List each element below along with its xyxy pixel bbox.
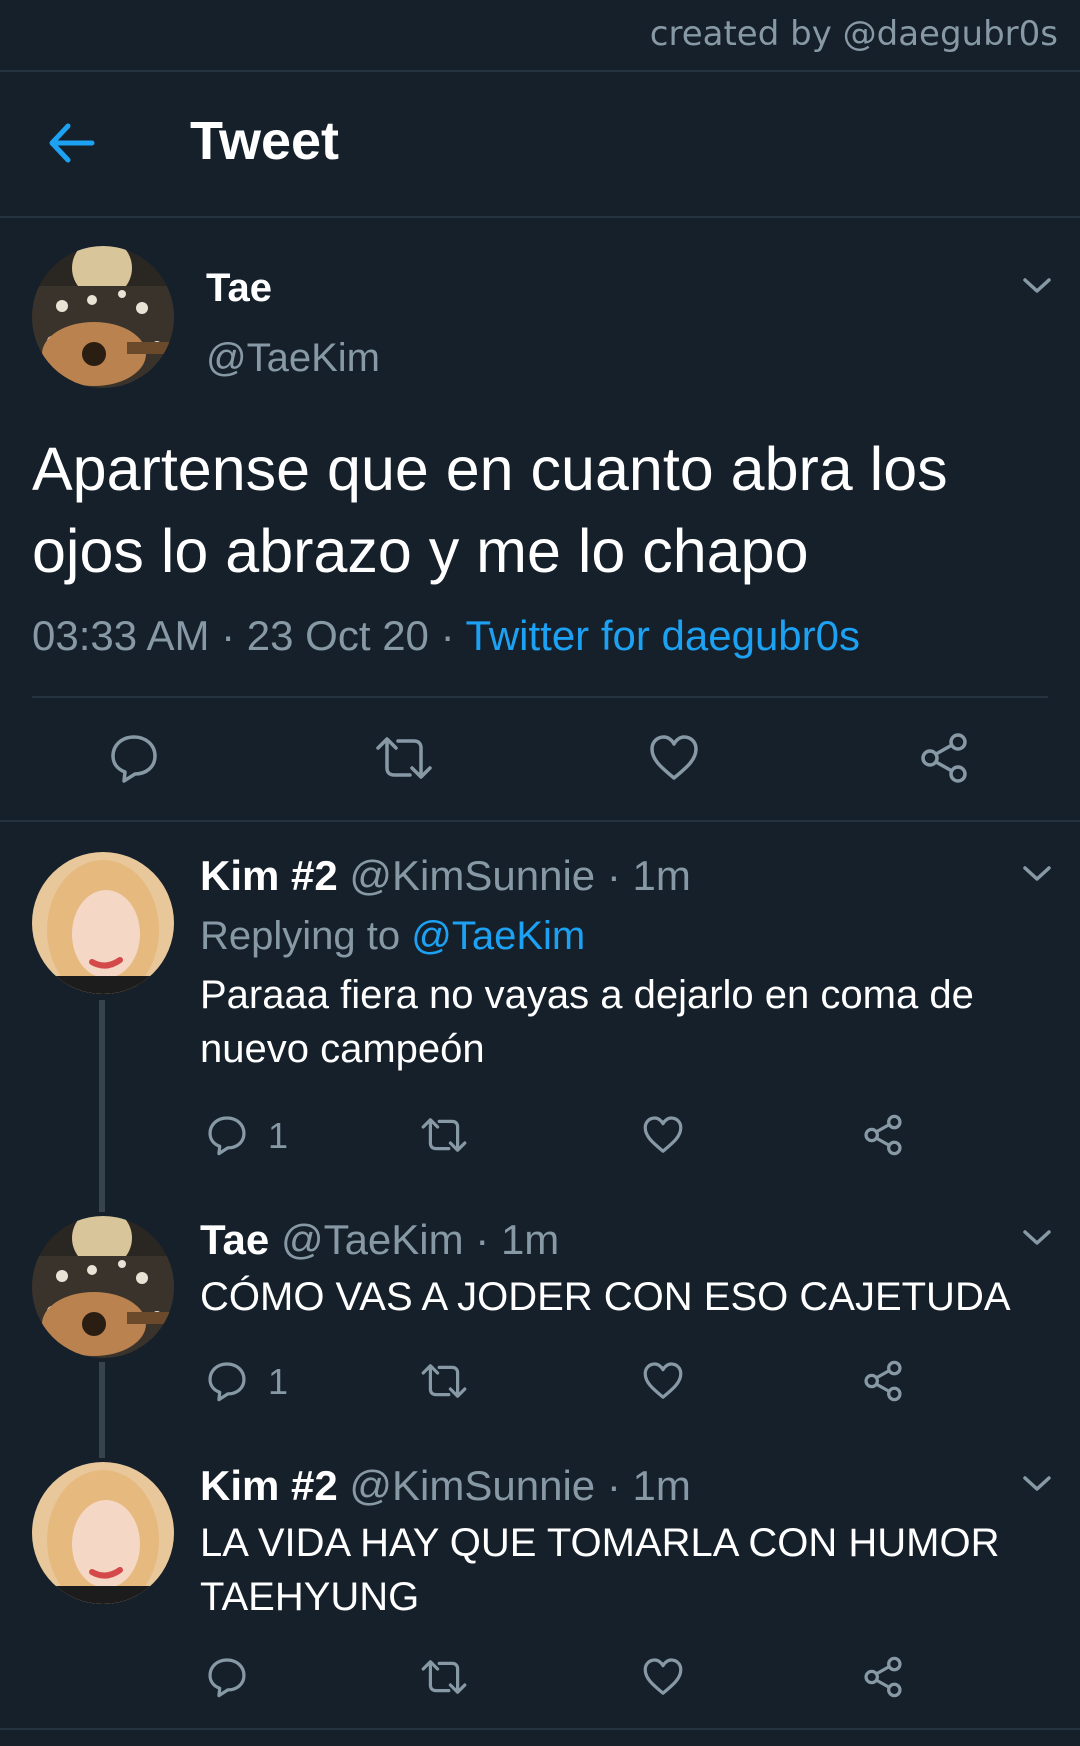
- tweet-text: Apartense que en cuanto abra los ojos lo…: [32, 435, 948, 585]
- divider: [0, 70, 1080, 72]
- avatar-image: [32, 1462, 174, 1604]
- retweet-icon: [421, 1660, 467, 1694]
- like-icon: [643, 1362, 683, 1399]
- like-icon: [643, 1658, 683, 1695]
- page-title: Tweet: [190, 111, 340, 171]
- tweet-meta: 03:33 AM · 23 Oct 20 · Twitter for daegu…: [32, 612, 860, 660]
- share-button[interactable]: [862, 1360, 904, 1402]
- like-button[interactable]: [642, 1114, 684, 1156]
- share-button[interactable]: [862, 1114, 904, 1156]
- like-button[interactable]: [642, 1360, 684, 1402]
- arrow-left-icon: [49, 123, 95, 163]
- back-button[interactable]: [44, 118, 104, 168]
- like-button[interactable]: [648, 732, 700, 784]
- avatar-image: [32, 852, 174, 994]
- reply-button[interactable]: [108, 732, 160, 784]
- replying-prefix: Replying to: [200, 914, 412, 958]
- like-icon: [650, 735, 698, 780]
- share-icon: [921, 733, 967, 783]
- reply-button[interactable]: [206, 1656, 248, 1698]
- retweet-button[interactable]: [374, 732, 434, 784]
- share-icon: [864, 1360, 902, 1402]
- reply-author-handle[interactable]: @TaeKim: [281, 1216, 464, 1263]
- divider: [0, 1728, 1080, 1730]
- avatar[interactable]: [32, 1216, 174, 1358]
- tweet-page: created by @daegubr0s Tweet Tae @TaeKim …: [0, 0, 1080, 1746]
- reply-icon: [208, 1658, 246, 1698]
- meta-separator: ·: [428, 612, 466, 659]
- reply-author-name[interactable]: Kim #2: [200, 1462, 338, 1509]
- avatar-image: [32, 246, 174, 388]
- reply-count: 1: [268, 1115, 289, 1156]
- thread-line: [99, 1362, 105, 1458]
- meta-separator: ·: [209, 612, 247, 659]
- divider: [32, 696, 1048, 698]
- share-icon: [864, 1114, 902, 1156]
- retweet-icon: [376, 737, 432, 779]
- tweet-menu-button[interactable]: [1020, 1472, 1054, 1496]
- chevron-down-icon: [1023, 278, 1051, 293]
- avatar[interactable]: [32, 1462, 174, 1604]
- share-button[interactable]: [862, 1656, 904, 1698]
- reply-time: · 1m: [595, 1462, 691, 1509]
- credit-text: created by @daegubr0s: [649, 14, 1058, 54]
- reply-text: Paraaa fiera no vayas a dejarlo en coma …: [200, 973, 974, 1071]
- share-button[interactable]: [918, 732, 970, 784]
- reply-author-handle[interactable]: @KimSunnie: [349, 1462, 595, 1509]
- avatar[interactable]: [32, 852, 174, 994]
- tweet-menu-button[interactable]: [1020, 274, 1054, 298]
- chevron-down-icon: [1023, 1476, 1051, 1491]
- reply-header: Tae @TaeKim · 1m: [200, 1216, 559, 1264]
- reply-time: · 1m: [463, 1216, 560, 1263]
- author-name[interactable]: Tae: [206, 266, 272, 311]
- reply-button[interactable]: [206, 1114, 248, 1156]
- chevron-down-icon: [1023, 866, 1051, 881]
- avatar-image: [32, 1216, 174, 1358]
- divider: [0, 216, 1080, 218]
- tweet-date: 23 Oct 20: [246, 612, 429, 659]
- reply-time: · 1m: [595, 852, 691, 899]
- tweet-menu-button[interactable]: [1020, 1226, 1054, 1250]
- avatar[interactable]: [32, 246, 174, 388]
- like-button[interactable]: [642, 1656, 684, 1698]
- author-handle[interactable]: @TaeKim: [206, 336, 380, 381]
- tweet-menu-button[interactable]: [1020, 862, 1054, 886]
- reply-author-handle[interactable]: @KimSunnie: [349, 852, 595, 899]
- reply-author-name[interactable]: Tae: [200, 1216, 269, 1263]
- divider: [0, 820, 1080, 822]
- retweet-button[interactable]: [420, 1360, 468, 1402]
- reply-button[interactable]: [206, 1360, 248, 1402]
- tweet-source-link[interactable]: Twitter for daegubr0s: [465, 612, 860, 659]
- reply-text: LA VIDA HAY QUE TOMARLA CON HUMOR TAEHYU…: [200, 1521, 1000, 1619]
- tweet-time: 03:33 AM: [32, 612, 210, 659]
- retweet-icon: [421, 1118, 467, 1152]
- share-icon: [864, 1656, 902, 1698]
- retweet-icon: [421, 1364, 467, 1398]
- reply-header: Kim #2 @KimSunnie · 1m: [200, 852, 691, 900]
- thread-line: [99, 1000, 105, 1212]
- reply-count: 1: [268, 1361, 289, 1402]
- replying-to-link[interactable]: @TaeKim: [411, 914, 585, 958]
- retweet-button[interactable]: [420, 1656, 468, 1698]
- reply-icon: [208, 1116, 246, 1156]
- retweet-button[interactable]: [420, 1114, 468, 1156]
- chevron-down-icon: [1023, 1230, 1051, 1245]
- reply-text: CÓMO VAS A JODER CON ESO CAJETUDA: [200, 1275, 1011, 1319]
- reply-icon: [208, 1362, 246, 1402]
- replying-to: Replying to @TaeKim: [200, 914, 585, 959]
- reply-header: Kim #2 @KimSunnie · 1m: [200, 1462, 691, 1510]
- reply-author-name[interactable]: Kim #2: [200, 852, 338, 899]
- like-icon: [643, 1116, 683, 1153]
- reply-icon: [111, 735, 157, 783]
